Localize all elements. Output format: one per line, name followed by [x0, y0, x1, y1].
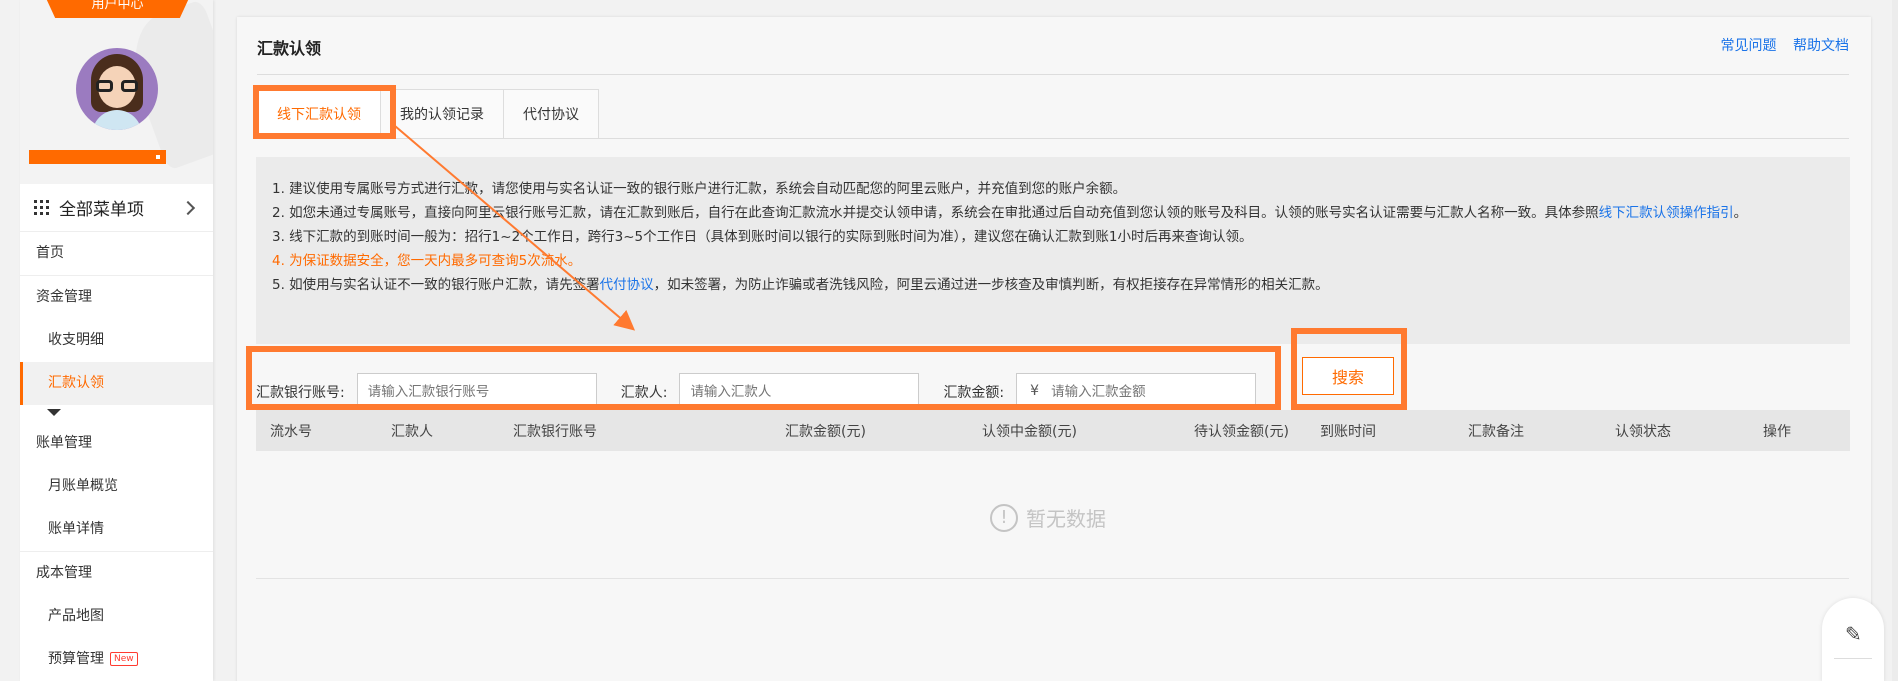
sidebar-item-home[interactable]: 首页	[20, 232, 213, 275]
sidebar-group-cost[interactable]: 成本管理	[20, 552, 213, 595]
offline-claim-guide-link[interactable]: 线下汇款认领操作指引	[1599, 205, 1734, 221]
user-header: 用户中心	[20, 0, 213, 184]
help-docs-link[interactable]: 帮助文档	[1793, 38, 1849, 54]
notice-box: 1. 建议使用专属账号方式进行汇款，请您使用与实名认证一致的银行账户进行汇款，系…	[256, 157, 1850, 344]
scrollbar[interactable]	[1892, 0, 1898, 681]
amount-field: ¥	[1016, 373, 1257, 411]
notice-line-2-text: 2. 如您未通过专属账号，直接向阿里云银行账号汇款，请在汇款到账后，自行在此查询…	[272, 205, 1599, 221]
col-bank-account: 汇款银行账号	[513, 424, 597, 440]
empty-text: 暂无数据	[1026, 507, 1106, 531]
all-menu-label: 全部菜单项	[59, 200, 144, 220]
main-panel: 汇款认领 常见问题 帮助文档 线下汇款认领 我的认领记录 代付协议 1. 建议使…	[237, 17, 1871, 681]
caret-down-icon[interactable]	[47, 409, 61, 416]
tab-bar: 线下汇款认领 我的认领记录 代付协议	[257, 89, 599, 139]
payer-label: 汇款人:	[620, 385, 668, 401]
col-remark: 汇款备注	[1468, 424, 1524, 440]
notice-line-1: 1. 建议使用专属账号方式进行汇款，请您使用与实名认证一致的银行账户进行汇款，系…	[272, 181, 1127, 197]
col-status: 认领状态	[1615, 424, 1671, 440]
table-bottom-divider	[256, 578, 1849, 579]
pencil-icon: ✎	[1845, 622, 1862, 646]
grid-icon	[34, 200, 49, 215]
bank-account-input[interactable]	[356, 373, 597, 411]
all-menu-button[interactable]: 全部菜单项	[20, 184, 213, 232]
tab-my-claims[interactable]: 我的认领记录	[381, 89, 504, 139]
sidebar-item-budget-label: 预算管理	[48, 651, 104, 667]
feedback-edit-button[interactable]: ✎	[1822, 598, 1884, 681]
sidebar: 用户中心 全部菜单项 首页 资金管理 收支明细 汇款认领 账单管理 月账单概览 …	[20, 0, 213, 681]
notice-line-4-warning: 4. 为保证数据安全，您一天内最多可查询5次流水。	[272, 253, 582, 269]
notice-line-5-end: ，如未签署，为防止诈骗或者洗钱风险，阿里云通过进一步核查及审慎判断，有权拒接存在…	[653, 277, 1329, 293]
sidebar-item-bill-details[interactable]: 账单详情	[20, 508, 213, 551]
divider	[257, 74, 1849, 75]
search-button[interactable]: 搜索	[1302, 357, 1394, 395]
col-arrival-time: 到账时间	[1320, 424, 1376, 440]
user-name-redacted[interactable]	[29, 150, 166, 164]
sidebar-item-remittance-claim[interactable]: 汇款认领	[20, 362, 213, 405]
tabs-divider	[257, 138, 1849, 139]
sidebar-item-budget[interactable]: 预算管理 New	[20, 638, 213, 681]
payment-agreement-link[interactable]: 代付协议	[600, 277, 654, 293]
notice-line-5-text: 5. 如使用与实名认证不一致的银行账户汇款，请先签署	[272, 277, 600, 293]
top-links: 常见问题 帮助文档	[1709, 35, 1849, 55]
col-amount: 汇款金额(元)	[785, 424, 866, 440]
notice-line-2: 2. 如您未通过专属账号，直接向阿里云银行账号汇款，请在汇款到账后，自行在此查询…	[272, 201, 1834, 225]
new-badge: New	[110, 652, 138, 666]
sidebar-group-funds[interactable]: 资金管理	[20, 276, 213, 319]
chevron-right-icon	[180, 200, 196, 215]
sidebar-item-transactions[interactable]: 收支明细	[20, 319, 213, 362]
sidebar-group-billing[interactable]: 账单管理	[20, 422, 213, 465]
amount-label: 汇款金额:	[943, 385, 1005, 401]
notice-line-5: 5. 如使用与实名认证不一致的银行账户汇款，请先签署代付协议，如未签署，为防止诈…	[272, 273, 1834, 297]
sidebar-item-monthly-bill[interactable]: 月账单概览	[20, 465, 213, 508]
page-title: 汇款认领	[257, 39, 322, 58]
col-serial: 流水号	[270, 424, 312, 440]
faq-link[interactable]: 常见问题	[1721, 38, 1777, 54]
yen-prefix: ¥	[1030, 383, 1040, 399]
notice-line-3: 3. 线下汇款的到账时间一般为：招行1~2个工作日，跨行3~5个工作日（具体到账…	[272, 229, 1253, 245]
col-actions: 操作	[1763, 424, 1791, 440]
tab-payment-agreement[interactable]: 代付协议	[504, 89, 599, 139]
col-claiming-amount: 认领中金额(元)	[982, 424, 1077, 440]
col-pending-amount: 待认领金额(元)	[1194, 424, 1289, 440]
amount-input[interactable]	[1016, 373, 1257, 411]
table-header: 流水号 汇款人 汇款银行账号 汇款金额(元) 认领中金额(元) 待认领金额(元)…	[256, 410, 1850, 451]
sidebar-item-product-map[interactable]: 产品地图	[20, 595, 213, 638]
col-payer: 汇款人	[391, 424, 433, 440]
avatar[interactable]	[76, 48, 158, 130]
user-center-tab[interactable]: 用户中心	[45, 0, 190, 18]
exclamation-circle-icon: !	[990, 503, 1018, 532]
notice-line-2-end: 。	[1733, 205, 1748, 221]
tab-offline-claim[interactable]: 线下汇款认领	[257, 89, 381, 139]
account-label: 汇款银行账号:	[256, 385, 345, 401]
empty-state: ! 暂无数据	[990, 503, 1106, 532]
payer-input[interactable]	[679, 373, 920, 411]
